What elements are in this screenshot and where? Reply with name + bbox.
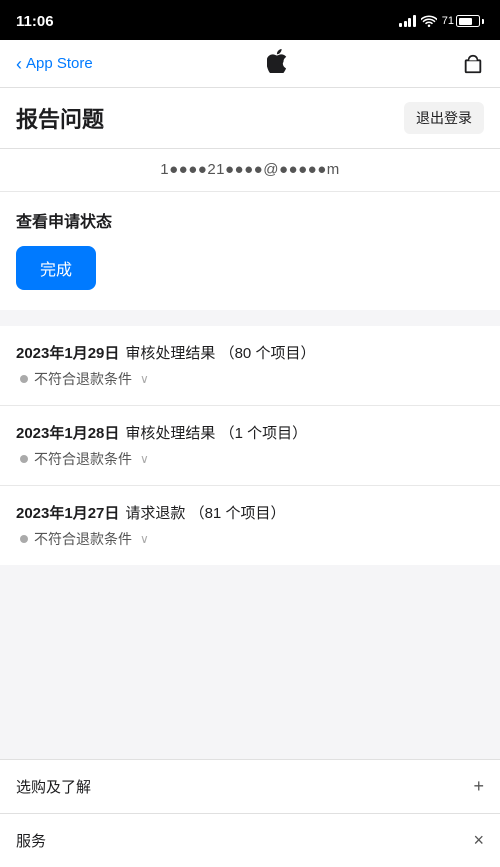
history-item: 2023年1月28日 审核处理结果 （1 个项目） 不符合退款条件 ∨ [0, 406, 500, 486]
email-text: 1●●●●21●●●●@●●●●●m [160, 161, 340, 178]
history-status-row: 不符合退款条件 ∨ [16, 369, 484, 389]
battery-icon: 71 [442, 15, 484, 27]
status-icons: 71 [399, 15, 484, 27]
back-chevron-icon: ‹ [16, 55, 22, 73]
history-list: 2023年1月29日 审核处理结果 （80 个项目） 不符合退款条件 ∨ 202… [0, 326, 500, 565]
battery-tip [482, 19, 484, 24]
bottom-item-purchase[interactable]: 选购及了解 + [0, 760, 500, 814]
history-date-row: 2023年1月29日 审核处理结果 （80 个项目） [16, 342, 484, 363]
history-date: 2023年1月28日 [16, 422, 119, 443]
battery-percent: 71 [442, 15, 454, 27]
wifi-icon [421, 15, 437, 27]
close-icon: × [473, 830, 484, 851]
history-status-text: 不符合退款条件 [34, 449, 132, 469]
history-status-text: 不符合退款条件 [34, 529, 132, 549]
status-section-title: 查看申请状态 [16, 208, 484, 232]
history-action: 审核处理结果 （1 个项目） [125, 422, 307, 443]
bottom-item-service[interactable]: 服务 × [0, 814, 500, 867]
bottom-item-service-label: 服务 [16, 830, 46, 851]
expand-icon: + [473, 776, 484, 797]
history-action: 审核处理结果 （80 个项目） [125, 342, 315, 363]
battery-fill [459, 18, 472, 25]
apple-logo-icon [267, 49, 287, 79]
history-item: 2023年1月27日 请求退款 （81 个项目） 不符合退款条件 ∨ [0, 486, 500, 565]
status-bar: 11:06 71 [0, 0, 500, 40]
email-row: 1●●●●21●●●●@●●●●●m [0, 149, 500, 192]
bottom-sections: 选购及了解 + 服务 × [0, 759, 500, 867]
bottom-item-purchase-label: 选购及了解 [16, 776, 91, 797]
history-action: 请求退款 （81 个项目） [125, 502, 285, 523]
nav-bar: ‹ App Store [0, 40, 500, 88]
history-item: 2023年1月29日 审核处理结果 （80 个项目） 不符合退款条件 ∨ [0, 326, 500, 406]
status-dot-icon [20, 375, 28, 383]
chevron-down-icon: ∨ [140, 532, 149, 546]
history-date: 2023年1月27日 [16, 502, 119, 523]
history-date: 2023年1月29日 [16, 342, 119, 363]
history-status-row: 不符合退款条件 ∨ [16, 529, 484, 549]
history-status-text: 不符合退款条件 [34, 369, 132, 389]
status-time: 11:06 [16, 13, 54, 30]
history-date-row: 2023年1月28日 审核处理结果 （1 个项目） [16, 422, 484, 443]
logout-button[interactable]: 退出登录 [404, 102, 484, 134]
battery-body [456, 15, 480, 27]
signal-icon [399, 15, 416, 27]
status-section: 查看申请状态 完成 [0, 192, 500, 310]
status-dot-icon [20, 535, 28, 543]
status-dot-icon [20, 455, 28, 463]
history-status-row: 不符合退款条件 ∨ [16, 449, 484, 469]
history-date-row: 2023年1月27日 请求退款 （81 个项目） [16, 502, 484, 523]
chevron-down-icon: ∨ [140, 452, 149, 466]
back-label: App Store [26, 55, 93, 72]
page-title: 报告问题 [16, 102, 104, 134]
shopping-bag-icon[interactable] [462, 53, 484, 75]
chevron-down-icon: ∨ [140, 372, 149, 386]
section-divider [0, 318, 500, 326]
page-header: 报告问题 退出登录 [0, 88, 500, 149]
done-button[interactable]: 完成 [16, 246, 96, 290]
back-button[interactable]: ‹ App Store [16, 55, 93, 73]
